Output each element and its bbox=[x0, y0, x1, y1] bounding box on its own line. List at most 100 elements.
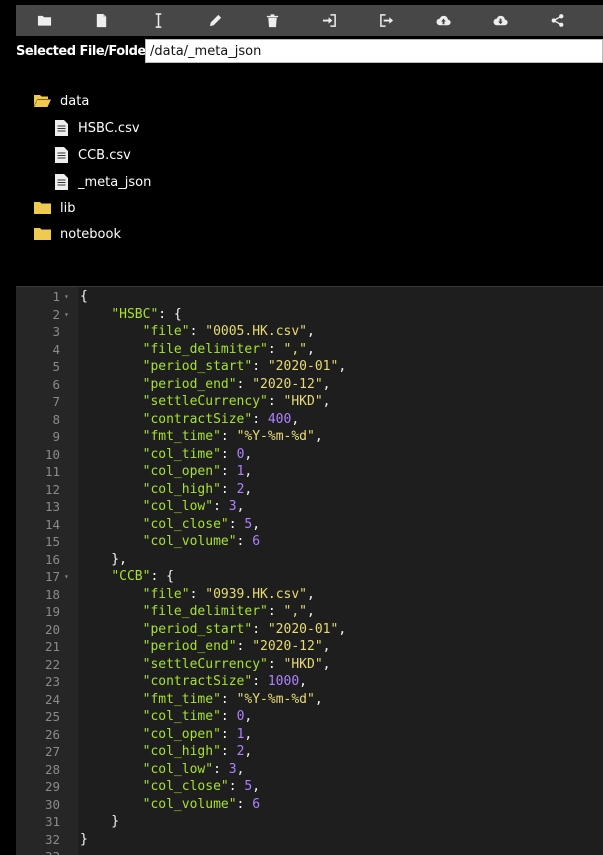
code-token-punc: : { bbox=[158, 306, 182, 322]
tree-folder-data[interactable]: data bbox=[34, 91, 89, 111]
code-text: "file": "0005.HK.csv", bbox=[80, 323, 315, 341]
code-text: "contractSize": 1000, bbox=[80, 673, 307, 691]
tree-folder-lib[interactable]: lib bbox=[34, 198, 75, 218]
selected-file-row: Selected File/Folder: bbox=[16, 39, 603, 63]
code-token-str: "2020-12" bbox=[252, 376, 323, 392]
code-line: 7 "settleCurrency": "HKD", bbox=[16, 393, 603, 411]
tree-file-ccb[interactable]: CCB.csv bbox=[53, 145, 131, 165]
fold-arrow-icon[interactable]: ▾ bbox=[64, 306, 74, 324]
tree-file-hsbc[interactable]: HSBC.csv bbox=[53, 118, 140, 138]
code-token-key: "file" bbox=[142, 324, 190, 339]
line-number: 20 bbox=[44, 621, 60, 637]
code-token-str: "2020-01" bbox=[267, 359, 339, 374]
code-token-num: 6 bbox=[252, 534, 261, 549]
code-token-punc: , bbox=[314, 429, 323, 444]
code-token-punc: : bbox=[236, 639, 253, 654]
code-token-key: "col_low" bbox=[142, 761, 214, 777]
code-token-punc: : bbox=[220, 446, 237, 462]
code-token-key: "file_delimiter" bbox=[142, 604, 268, 619]
code-text: "CCB": { bbox=[80, 568, 174, 586]
code-token-punc bbox=[80, 779, 143, 794]
code-token-key: "CCB" bbox=[111, 569, 151, 584]
code-token-key: "contractSize" bbox=[142, 411, 253, 427]
download-button[interactable] bbox=[472, 5, 529, 36]
code-line: 3 "file": "0005.HK.csv", bbox=[16, 323, 603, 341]
code-token-key: "period_end" bbox=[142, 376, 237, 392]
code-token-punc bbox=[80, 429, 143, 444]
code-token-punc: : bbox=[252, 674, 268, 689]
sign-out-icon bbox=[380, 14, 394, 27]
delete-button[interactable] bbox=[244, 5, 301, 36]
code-token-key: "col_open" bbox=[142, 726, 221, 742]
code-token-punc: : bbox=[228, 516, 245, 532]
code-text: "file_delimiter": ",", bbox=[80, 603, 315, 621]
edit-button[interactable] bbox=[187, 5, 244, 36]
tree-item-label: data bbox=[60, 93, 90, 109]
code-token-str: "HKD" bbox=[283, 394, 323, 409]
code-token-num: 6 bbox=[252, 796, 261, 812]
open-folder-button[interactable] bbox=[16, 5, 73, 36]
trash-icon bbox=[266, 14, 279, 28]
code-text: "fmt_time": "%Y-%m-%d", bbox=[80, 428, 323, 446]
tree-file-meta-json[interactable]: _meta_json bbox=[53, 172, 151, 192]
sign-in-icon bbox=[322, 14, 336, 27]
code-token-key: "col_time" bbox=[142, 446, 221, 462]
code-text: "file": "0939.HK.csv", bbox=[80, 586, 315, 604]
line-number: 6 bbox=[52, 376, 60, 392]
code-token-num: 3 bbox=[228, 499, 237, 514]
code-line: 14 "col_close": 5, bbox=[16, 516, 603, 534]
file-text-icon bbox=[53, 174, 70, 190]
code-line: 4 "file_delimiter": ",", bbox=[16, 341, 603, 359]
code-token-key: "settleCurrency" bbox=[142, 394, 268, 409]
fold-arrow-icon[interactable]: ▾ bbox=[64, 568, 74, 586]
code-text: "period_end": "2020-12", bbox=[80, 638, 331, 656]
line-number: 17 bbox=[44, 569, 60, 584]
code-line: 8 "contractSize": 400, bbox=[16, 411, 603, 429]
code-token-punc: : bbox=[220, 744, 237, 759]
upload-button[interactable] bbox=[415, 5, 472, 36]
code-token-punc bbox=[80, 412, 143, 427]
code-editor[interactable]: 1 ▾{2 ▾ "HSBC": {3 "file": "0005.HK.csv", 4… bbox=[16, 286, 603, 855]
code-text: "contractSize": 400, bbox=[80, 411, 300, 429]
code-token-str: "," bbox=[283, 604, 307, 619]
code-line: 29 "col_close": 5, bbox=[16, 778, 603, 796]
line-number: 3 bbox=[52, 324, 60, 339]
code-token-punc bbox=[80, 604, 143, 619]
selected-file-input[interactable] bbox=[145, 39, 603, 63]
code-line: 25 "col_time": 0, bbox=[16, 708, 603, 726]
code-token-punc: : bbox=[220, 709, 237, 724]
tree-folder-notebook[interactable]: notebook bbox=[34, 224, 121, 244]
sign-out-button[interactable] bbox=[358, 5, 415, 36]
folder-open-icon bbox=[34, 93, 51, 109]
code-token-key: "col_close" bbox=[142, 779, 229, 794]
code-line: 24 "fmt_time": "%Y-%m-%d", bbox=[16, 691, 603, 709]
pencil-icon bbox=[209, 14, 222, 27]
code-token-str: "HKD" bbox=[283, 656, 323, 672]
code-token-punc: , bbox=[244, 744, 253, 759]
code-token-punc: , bbox=[307, 586, 315, 602]
code-token-punc bbox=[80, 569, 111, 584]
new-file-button[interactable] bbox=[73, 5, 130, 36]
fold-arrow-icon[interactable]: ▾ bbox=[64, 288, 74, 306]
line-number: 7 bbox=[52, 394, 60, 409]
line-number: 12 bbox=[44, 481, 60, 497]
code-text: "col_time": 0, bbox=[80, 708, 253, 726]
cloud-upload-icon bbox=[436, 15, 451, 26]
code-text: "col_time": 0, bbox=[80, 446, 253, 464]
code-token-punc: : bbox=[267, 604, 284, 619]
code-token-str: "2020-01" bbox=[267, 621, 339, 637]
folder-icon bbox=[34, 200, 51, 216]
code-token-punc bbox=[80, 797, 143, 812]
share-button[interactable] bbox=[529, 5, 586, 36]
sign-in-button[interactable] bbox=[301, 5, 358, 36]
code-text: "col_close": 5, bbox=[80, 778, 260, 796]
line-number: 10 bbox=[44, 446, 60, 462]
code-text: "col_low": 3, bbox=[80, 761, 245, 779]
code-line: 1 ▾ { bbox=[16, 288, 603, 306]
rename-button[interactable] bbox=[130, 5, 187, 36]
code-token-punc bbox=[80, 359, 143, 374]
code-token-punc: : bbox=[252, 621, 268, 637]
code-token-key: "period_start" bbox=[142, 621, 253, 637]
code-token-punc bbox=[80, 377, 143, 392]
code-token-punc: } bbox=[80, 831, 88, 847]
